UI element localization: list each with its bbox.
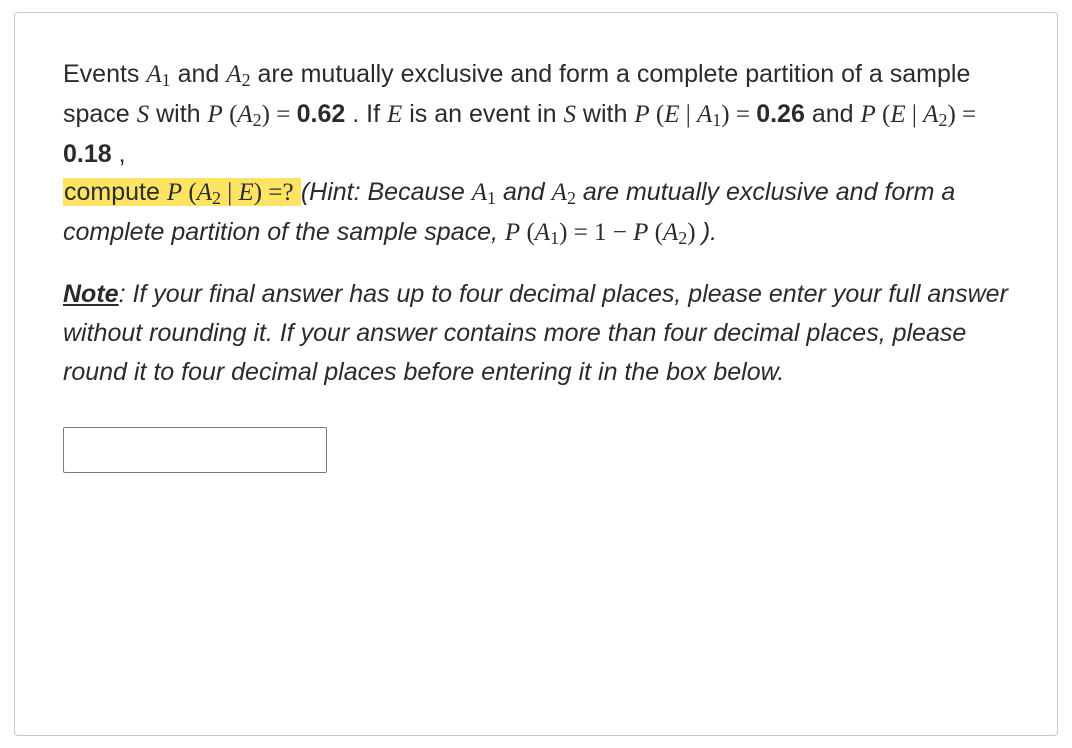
page: Events A1 and A2 are mutually exclusive …: [0, 0, 1072, 748]
math-S: S: [563, 101, 576, 128]
text: with: [156, 100, 207, 128]
math-P-A1-eq: P (A1) = 1 − P (A2): [505, 219, 702, 246]
text: ,: [119, 140, 126, 168]
hint-close: ).: [702, 218, 717, 246]
note-text: Note: If your final answer has up to fou…: [63, 275, 1009, 391]
math-P-E-given-A1: P (E | A1) =: [634, 101, 756, 128]
highlighted-question: compute P (A2 | E) =?: [63, 178, 301, 206]
note-body: : If your final answer has up to four de…: [63, 280, 1008, 386]
value-P-E-given-A2: 0.18: [63, 140, 112, 168]
math-P-A2-given-E: P (A2 | E) =?: [167, 179, 300, 206]
text: and: [178, 60, 227, 88]
question-card: Events A1 and A2 are mutually exclusive …: [14, 12, 1058, 736]
text: Events: [63, 60, 146, 88]
note-label: Note: [63, 280, 119, 308]
text: and: [812, 100, 861, 128]
value-P-A2: 0.62: [297, 100, 346, 128]
text: with: [583, 100, 634, 128]
text: is an event in: [409, 100, 563, 128]
text: compute: [64, 178, 167, 206]
math-P-E-given-A2: P (E | A2) =: [861, 101, 977, 128]
text: . If: [352, 100, 387, 128]
math-A2: A2: [226, 61, 250, 88]
question-text: Events A1 and A2 are mutually exclusive …: [63, 55, 1009, 253]
math-S: S: [137, 101, 150, 128]
math-A1: A1: [146, 61, 170, 88]
value-P-E-given-A1: 0.26: [756, 100, 805, 128]
math-P-A2: P (A2) =: [208, 101, 297, 128]
answer-input[interactable]: [63, 427, 327, 473]
math-E: E: [387, 101, 402, 128]
